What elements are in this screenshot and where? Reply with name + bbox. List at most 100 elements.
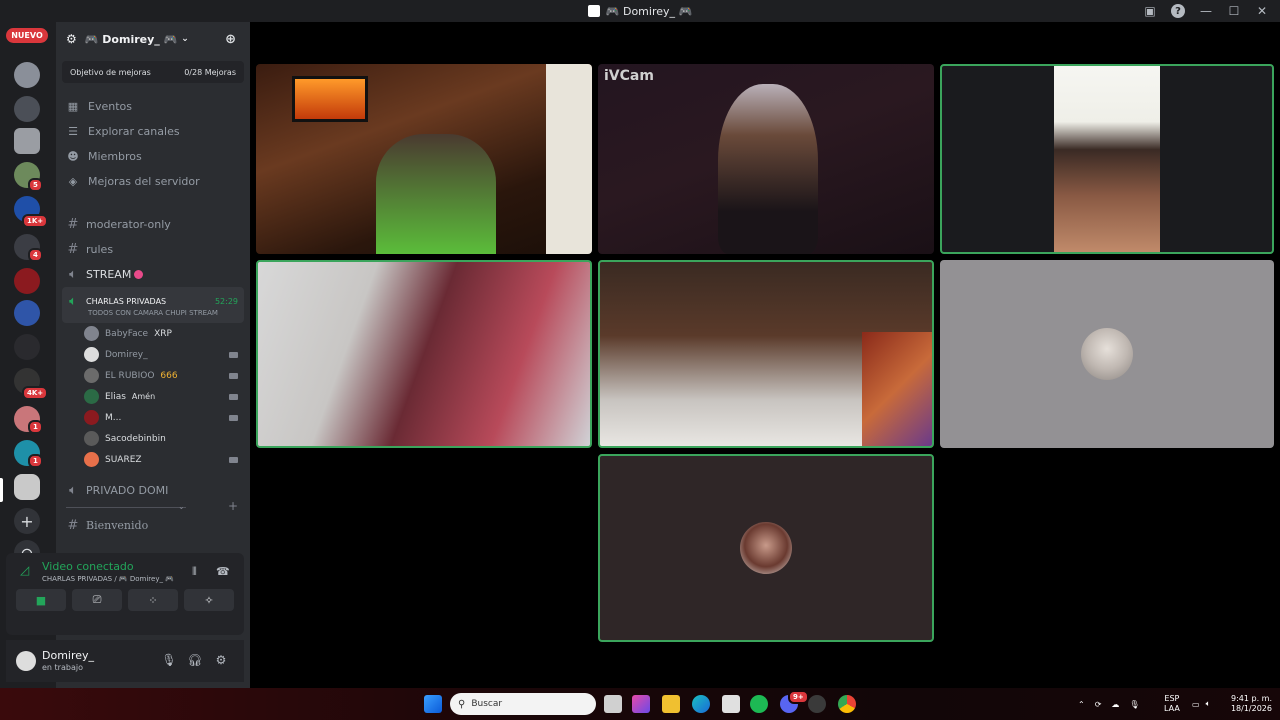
close-button[interactable]: ✕ (1250, 0, 1274, 22)
server-icon[interactable] (14, 128, 40, 154)
voice-user[interactable]: SUAREZ (56, 449, 250, 470)
headphones-icon[interactable]: 🎧︎ (187, 653, 202, 667)
status-icons[interactable]: ▭ 🔈︎ (1192, 688, 1210, 720)
voice-user[interactable]: Sacodebinbin (56, 428, 250, 449)
voice-status[interactable]: Video conectado (42, 560, 134, 573)
ivcam-watermark: iVCam (604, 68, 654, 84)
help-icon[interactable]: ? (1166, 0, 1190, 22)
server-icon[interactable] (14, 268, 40, 294)
microphone-icon[interactable]: 🎙︎ (1129, 700, 1139, 709)
settings-gear-icon[interactable]: ⚙ (214, 653, 228, 667)
sync-icon[interactable]: ⟳ (1095, 700, 1102, 709)
voice-user-tag: Amén (131, 392, 156, 401)
chevron-down-icon: ⌄ (178, 502, 185, 511)
voice-user[interactable]: Domirey_ (56, 344, 250, 365)
menu-server-boosts[interactable]: ◈ Mejoras del servidor (56, 169, 250, 194)
voice-user-name: M... (105, 412, 122, 423)
maximize-button[interactable]: ☐ (1222, 0, 1246, 22)
search-icon: ⚲ (458, 698, 466, 710)
voice-user[interactable]: BabyFace XRP (56, 323, 250, 344)
clock[interactable]: 9:41 p. m. 18/1/2026 (1226, 688, 1272, 720)
steam-icon[interactable] (808, 695, 826, 713)
task-view-icon[interactable] (604, 695, 622, 713)
discord-badge: 9+ (788, 690, 809, 704)
language-indicator[interactable]: ESP LAA (1164, 688, 1180, 720)
channel-status: TODOS CON CAMARA CHUPI STREAM (88, 308, 218, 317)
video-tile[interactable]: iVCam (598, 64, 934, 254)
video-tile[interactable] (256, 64, 592, 254)
avatar (1081, 328, 1133, 380)
minimize-button[interactable]: — (1194, 0, 1218, 22)
camera-icon (229, 351, 238, 358)
chrome-icon[interactable] (838, 695, 856, 713)
video-tile[interactable] (940, 64, 1274, 254)
add-person-icon[interactable]: ⊕ (225, 32, 236, 47)
edge-icon[interactable] (692, 695, 710, 713)
store-icon[interactable] (722, 695, 740, 713)
widgets-icon[interactable] (632, 695, 650, 713)
boost-goal[interactable]: Objetivo de mejoras 0/28 Mejoras (62, 61, 244, 83)
onedrive-icon[interactable]: ☁ (1111, 700, 1119, 709)
window-title: 🎮 Domirey_ 🎮 (605, 4, 693, 18)
disconnect-icon[interactable]: ☎ (216, 565, 230, 578)
channel-charlas-privadas[interactable]: 🔈︎ CHARLAS PRIVADAS 52:29 TODOS CON CAMA… (62, 287, 244, 323)
menu-browse-channels[interactable]: ☰ Explorar canales (56, 119, 250, 144)
add-channel-icon[interactable]: + (228, 499, 238, 513)
screen-share-button[interactable]: ⎚ (72, 589, 122, 611)
avatar[interactable] (16, 651, 36, 671)
user-name[interactable]: Domirey_ (42, 649, 94, 662)
hash-icon: # (67, 518, 79, 533)
activities-button[interactable]: ⁘ (128, 589, 178, 611)
guild-name: 🎮 Domirey_ 🎮 (84, 32, 178, 46)
microphone-icon[interactable]: 🎙︎ (161, 653, 176, 667)
soundboard-button[interactable]: ✧ (184, 589, 234, 611)
calendar-icon: ▦ (67, 100, 79, 113)
video-tile-avatar[interactable] (598, 454, 934, 642)
language-code: ESP (1164, 694, 1180, 703)
new-badge[interactable]: NUEVO (6, 28, 48, 43)
user-status: en trabajo (42, 663, 83, 672)
channel-privado-domi[interactable]: 🔈︎ PRIVADO DOMI (56, 478, 250, 503)
hash-icon: # (67, 217, 79, 232)
fireplace-screen (292, 76, 368, 122)
menu-events[interactable]: ▦ Eventos (56, 94, 250, 119)
menu-members[interactable]: ☻ Miembros (56, 144, 250, 169)
channel-label: CHARLAS PRIVADAS (86, 296, 167, 306)
chevron-up-icon[interactable]: ⌃ (1078, 700, 1085, 709)
channel-stream[interactable]: 🔈︎ STREAM (56, 262, 250, 287)
channel-bienvenido[interactable]: # Bienvenido (56, 513, 250, 538)
menu-label: Miembros (88, 150, 142, 163)
channel-rules[interactable]: # rules (56, 237, 250, 262)
inbox-icon[interactable]: ▣ (1138, 0, 1162, 22)
members-icon: ☻ (67, 150, 79, 163)
file-explorer-icon[interactable] (662, 695, 680, 713)
video-tile[interactable] (256, 260, 592, 448)
noise-suppression-icon[interactable]: ⦀ (192, 565, 197, 579)
voice-user[interactable]: M... (56, 407, 250, 428)
menu-label: Explorar canales (88, 125, 180, 138)
server-icon[interactable] (14, 96, 40, 122)
voice-user[interactable]: Elias Amén (56, 386, 250, 407)
server-icon[interactable] (14, 300, 40, 326)
live-dot-icon (134, 270, 144, 279)
divider-line (66, 507, 186, 508)
taskbar-search[interactable]: ⚲ Buscar (450, 693, 596, 715)
windows-start-icon[interactable] (424, 695, 442, 713)
camera-icon (229, 372, 238, 379)
video-tile-avatar[interactable] (940, 260, 1274, 448)
voice-timer: 52:29 (214, 296, 238, 306)
spotify-icon[interactable] (750, 695, 768, 713)
server-icon[interactable] (14, 62, 40, 88)
server-icon[interactable] (14, 334, 40, 360)
guild-header[interactable]: ⚙ 🎮 Domirey_ 🎮 ⌄ ⊕ (56, 22, 250, 56)
avatar (740, 522, 792, 574)
channel-moderator-only[interactable]: # moderator-only (56, 212, 250, 237)
camera-toggle-button[interactable]: ■ (16, 589, 66, 611)
voice-connection-panel: ◿ Video conectado CHARLAS PRIVADAS / 🎮 D… (6, 553, 244, 635)
add-server-icon[interactable]: + (14, 508, 40, 534)
video-tile[interactable] (598, 260, 934, 448)
server-icon-current[interactable] (14, 474, 40, 500)
chevron-down-icon: ⌄ (181, 34, 189, 44)
camera-icon (229, 414, 238, 421)
voice-user[interactable]: EL RUBIOO 666 (56, 365, 250, 386)
